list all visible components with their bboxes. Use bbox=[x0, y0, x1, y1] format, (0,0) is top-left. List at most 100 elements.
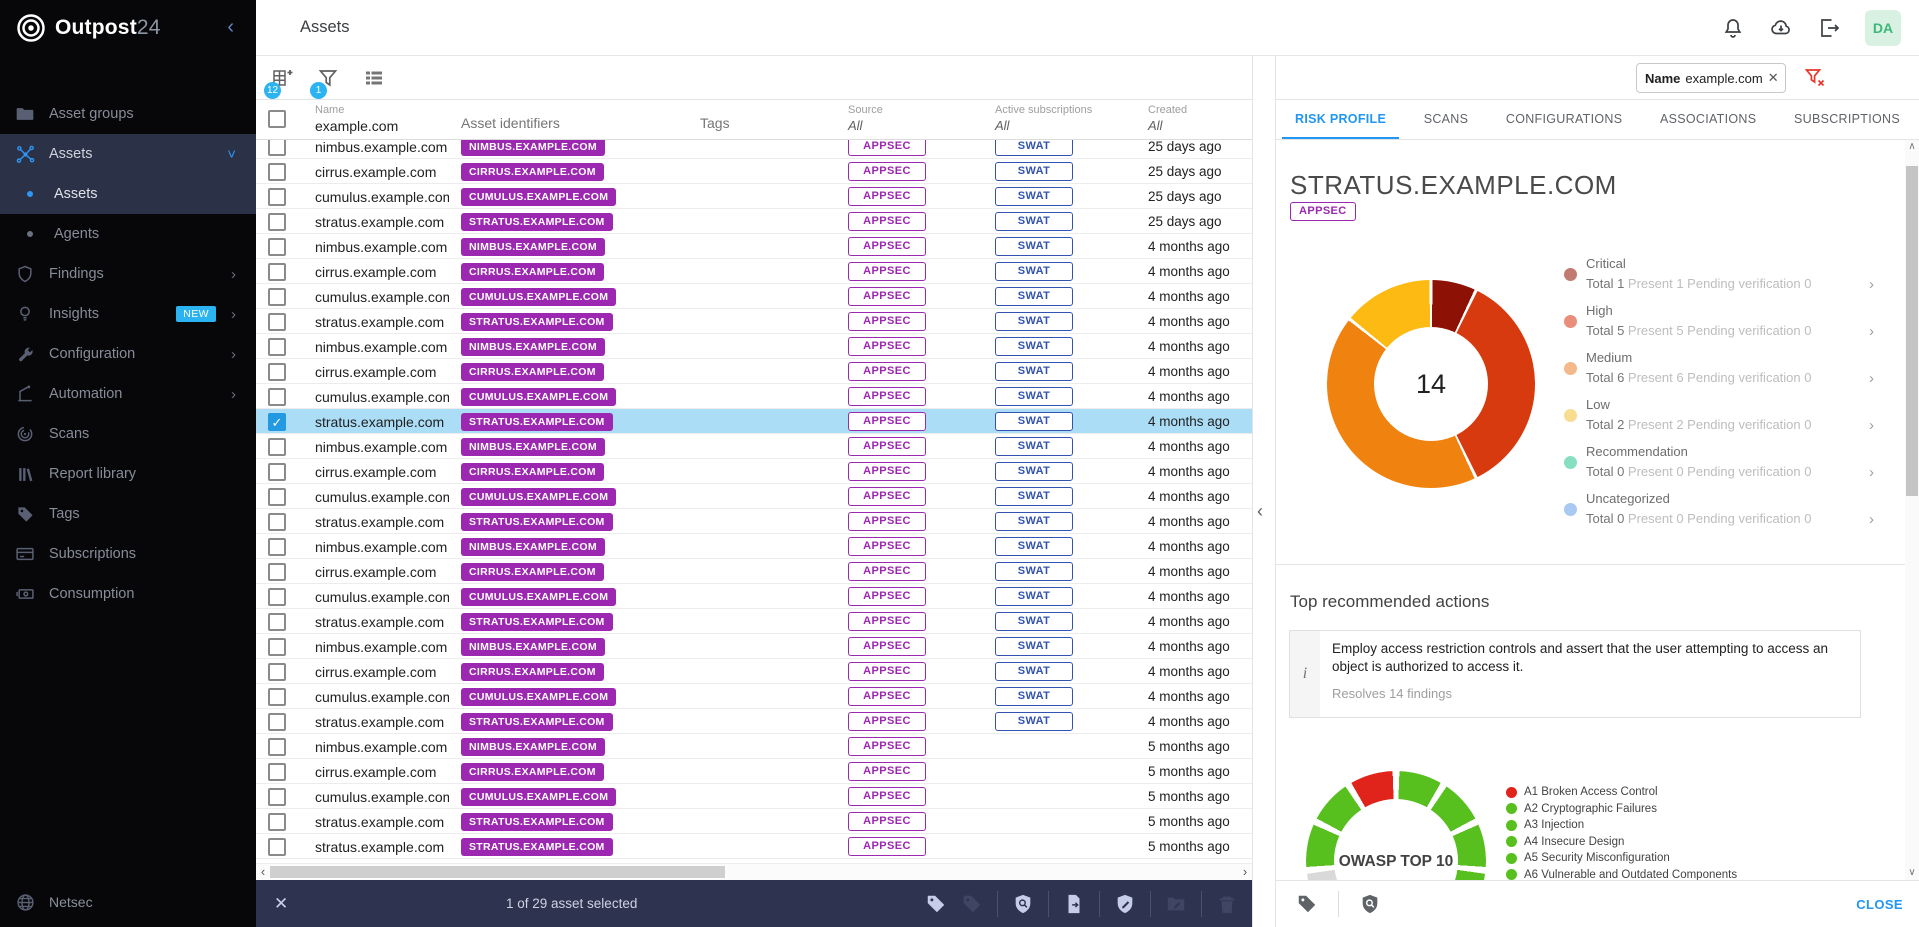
delete-icon[interactable] bbox=[1216, 893, 1238, 915]
table-row[interactable]: stratus.example.comSTRATUS.EXAMPLE.COMAP… bbox=[256, 834, 1252, 859]
sidebar-item-report-library[interactable]: Report library bbox=[0, 454, 256, 494]
table-row[interactable]: cirrus.example.comCIRRUS.EXAMPLE.COMAPPS… bbox=[256, 359, 1252, 384]
source-filter-value[interactable]: All bbox=[848, 116, 983, 133]
row-checkbox[interactable] bbox=[268, 438, 286, 456]
row-checkbox[interactable] bbox=[268, 763, 286, 781]
sidebar-item-assets-sub[interactable]: Assets bbox=[0, 174, 256, 214]
tab-configurations[interactable]: CONFIGURATIONS bbox=[1493, 100, 1635, 139]
row-checkbox[interactable] bbox=[268, 638, 286, 656]
sidebar-item-automation[interactable]: Automation › bbox=[0, 374, 256, 414]
table-row[interactable]: cirrus.example.comCIRRUS.EXAMPLE.COMAPPS… bbox=[256, 159, 1252, 184]
table-row[interactable]: cumulus.example.comCUMULUS.EXAMPLE.COMAP… bbox=[256, 484, 1252, 509]
hscroll-thumb[interactable] bbox=[270, 866, 725, 878]
row-checkbox[interactable] bbox=[268, 713, 286, 731]
panel-scrollbar[interactable]: ∧ ∨ bbox=[1905, 140, 1919, 880]
row-checkbox[interactable] bbox=[268, 238, 286, 256]
sidebar-item-subscriptions[interactable]: Subscriptions bbox=[0, 534, 256, 574]
table-row[interactable]: nimbus.example.comNIMBUS.EXAMPLE.COMAPPS… bbox=[256, 634, 1252, 659]
close-panel-button[interactable]: CLOSE bbox=[1856, 897, 1903, 912]
name-filter-value[interactable]: example.com bbox=[315, 116, 449, 134]
table-row[interactable]: cumulus.example.comCUMULUS.EXAMPLE.COMAP… bbox=[256, 184, 1252, 209]
tab-risk-profile[interactable]: RISK PROFILE bbox=[1282, 100, 1399, 139]
filter-icon[interactable]: 1 bbox=[316, 66, 340, 90]
column-header-name[interactable]: Name example.com bbox=[303, 100, 449, 139]
row-checkbox[interactable] bbox=[268, 613, 286, 631]
row-checkbox[interactable] bbox=[268, 363, 286, 381]
row-checkbox[interactable] bbox=[268, 538, 286, 556]
chevron-right-icon[interactable]: › bbox=[1869, 276, 1874, 293]
select-all-checkbox[interactable] bbox=[268, 110, 286, 128]
table-row[interactable]: nimbus.example.comNIMBUS.EXAMPLE.COMAPPS… bbox=[256, 734, 1252, 759]
row-checkbox[interactable] bbox=[268, 663, 286, 681]
sidebar-item-scans[interactable]: Scans bbox=[0, 414, 256, 454]
table-row[interactable]: cumulus.example.comCUMULUS.EXAMPLE.COMAP… bbox=[256, 584, 1252, 609]
remove-tag-icon[interactable] bbox=[961, 893, 983, 915]
sidebar-item-tags[interactable]: Tags bbox=[0, 494, 256, 534]
table-row[interactable]: cirrus.example.comCIRRUS.EXAMPLE.COMAPPS… bbox=[256, 559, 1252, 584]
chip-remove-icon[interactable]: ✕ bbox=[1768, 70, 1779, 86]
table-row[interactable]: nimbus.example.comNIMBUS.EXAMPLE.COMAPPS… bbox=[256, 534, 1252, 559]
row-checkbox[interactable] bbox=[268, 588, 286, 606]
row-checkbox[interactable] bbox=[268, 338, 286, 356]
severity-item[interactable]: MediumTotal 6 Present 6 Pending verifica… bbox=[1564, 346, 1874, 393]
name-filter-chip[interactable]: Name example.com ✕ bbox=[1636, 63, 1786, 93]
panel-scan-icon[interactable] bbox=[1359, 893, 1381, 915]
table-row[interactable]: ✓stratus.example.comSTRATUS.EXAMPLE.COMA… bbox=[256, 409, 1252, 434]
tab-scans[interactable]: SCANS bbox=[1411, 100, 1482, 139]
manage-columns-icon[interactable]: 12 bbox=[270, 66, 294, 90]
chevron-right-icon[interactable]: › bbox=[1869, 323, 1874, 340]
subscriptions-filter-value[interactable]: All bbox=[995, 116, 1136, 133]
row-checkbox[interactable] bbox=[268, 563, 286, 581]
table-row[interactable]: stratus.example.comSTRATUS.EXAMPLE.COMAP… bbox=[256, 609, 1252, 634]
severity-item[interactable]: HighTotal 5 Present 5 Pending verificati… bbox=[1564, 299, 1874, 346]
sidebar-item-configuration[interactable]: Configuration › bbox=[0, 334, 256, 374]
chevron-right-icon[interactable]: › bbox=[1869, 511, 1874, 528]
table-row[interactable]: stratus.example.comSTRATUS.EXAMPLE.COMAP… bbox=[256, 809, 1252, 834]
sign-out-icon[interactable] bbox=[1817, 16, 1841, 40]
column-header-subscriptions[interactable]: Active subscriptions All bbox=[983, 100, 1136, 139]
row-checkbox[interactable] bbox=[268, 140, 286, 156]
tab-associations[interactable]: ASSOCIATIONS bbox=[1647, 100, 1769, 139]
severity-item[interactable]: LowTotal 2 Present 2 Pending verificatio… bbox=[1564, 393, 1874, 440]
sidebar-item-agents[interactable]: Agents bbox=[0, 214, 256, 254]
row-checkbox[interactable] bbox=[268, 313, 286, 331]
column-header-tags[interactable]: Tags bbox=[688, 100, 836, 139]
sidebar-item-insights[interactable]: Insights NEW › bbox=[0, 294, 256, 334]
column-header-identifiers[interactable]: Asset identifiers bbox=[449, 100, 688, 139]
table-row[interactable]: cumulus.example.comCUMULUS.EXAMPLE.COMAP… bbox=[256, 684, 1252, 709]
panel-tag-icon[interactable] bbox=[1296, 893, 1318, 915]
sidebar-footer[interactable]: Netsec bbox=[0, 877, 256, 927]
created-filter-value[interactable]: All bbox=[1148, 116, 1252, 133]
chevron-right-icon[interactable]: › bbox=[1869, 370, 1874, 387]
column-header-created[interactable]: Created All bbox=[1136, 100, 1252, 139]
horizontal-scrollbar[interactable]: ‹ › bbox=[256, 863, 1252, 880]
sidebar-item-consumption[interactable]: Consumption bbox=[0, 574, 256, 614]
table-row[interactable]: cirrus.example.comCIRRUS.EXAMPLE.COMAPPS… bbox=[256, 659, 1252, 684]
avatar[interactable]: DA bbox=[1865, 10, 1901, 46]
table-row[interactable]: cirrus.example.comCIRRUS.EXAMPLE.COMAPPS… bbox=[256, 759, 1252, 784]
row-checkbox[interactable] bbox=[268, 188, 286, 206]
notifications-bell-icon[interactable] bbox=[1721, 16, 1745, 40]
row-checkbox[interactable] bbox=[268, 688, 286, 706]
sidebar-item-asset-groups[interactable]: Asset groups bbox=[0, 94, 256, 134]
row-checkbox[interactable] bbox=[268, 288, 286, 306]
clear-filters-icon[interactable] bbox=[1803, 66, 1827, 90]
table-row[interactable]: stratus.example.comSTRATUS.EXAMPLE.COMAP… bbox=[256, 309, 1252, 334]
row-checkbox[interactable] bbox=[268, 263, 286, 281]
table-row[interactable]: cumulus.example.comCUMULUS.EXAMPLE.COMAP… bbox=[256, 384, 1252, 409]
scan-policy-icon[interactable] bbox=[1012, 893, 1034, 915]
table-row[interactable]: nimbus.example.comNIMBUS.EXAMPLE.COMAPPS… bbox=[256, 140, 1252, 159]
table-row[interactable]: nimbus.example.comNIMBUS.EXAMPLE.COMAPPS… bbox=[256, 234, 1252, 259]
add-tag-icon[interactable] bbox=[925, 893, 947, 915]
table-view-icon[interactable] bbox=[362, 66, 386, 90]
table-row[interactable]: cirrus.example.comCIRRUS.EXAMPLE.COMAPPS… bbox=[256, 459, 1252, 484]
sidebar-item-findings[interactable]: Findings › bbox=[0, 254, 256, 294]
scroll-down-icon[interactable]: ∨ bbox=[1905, 866, 1919, 880]
table-row[interactable]: stratus.example.comSTRATUS.EXAMPLE.COMAP… bbox=[256, 509, 1252, 534]
scroll-left-icon[interactable]: ‹ bbox=[256, 864, 270, 880]
table-row[interactable]: cumulus.example.comCUMULUS.EXAMPLE.COMAP… bbox=[256, 784, 1252, 809]
chevron-right-icon[interactable]: › bbox=[1869, 464, 1874, 481]
row-checkbox[interactable] bbox=[268, 213, 286, 231]
chevron-right-icon[interactable]: › bbox=[1869, 417, 1874, 434]
tab-subscriptions[interactable]: SUBSCRIPTIONS bbox=[1781, 100, 1913, 139]
